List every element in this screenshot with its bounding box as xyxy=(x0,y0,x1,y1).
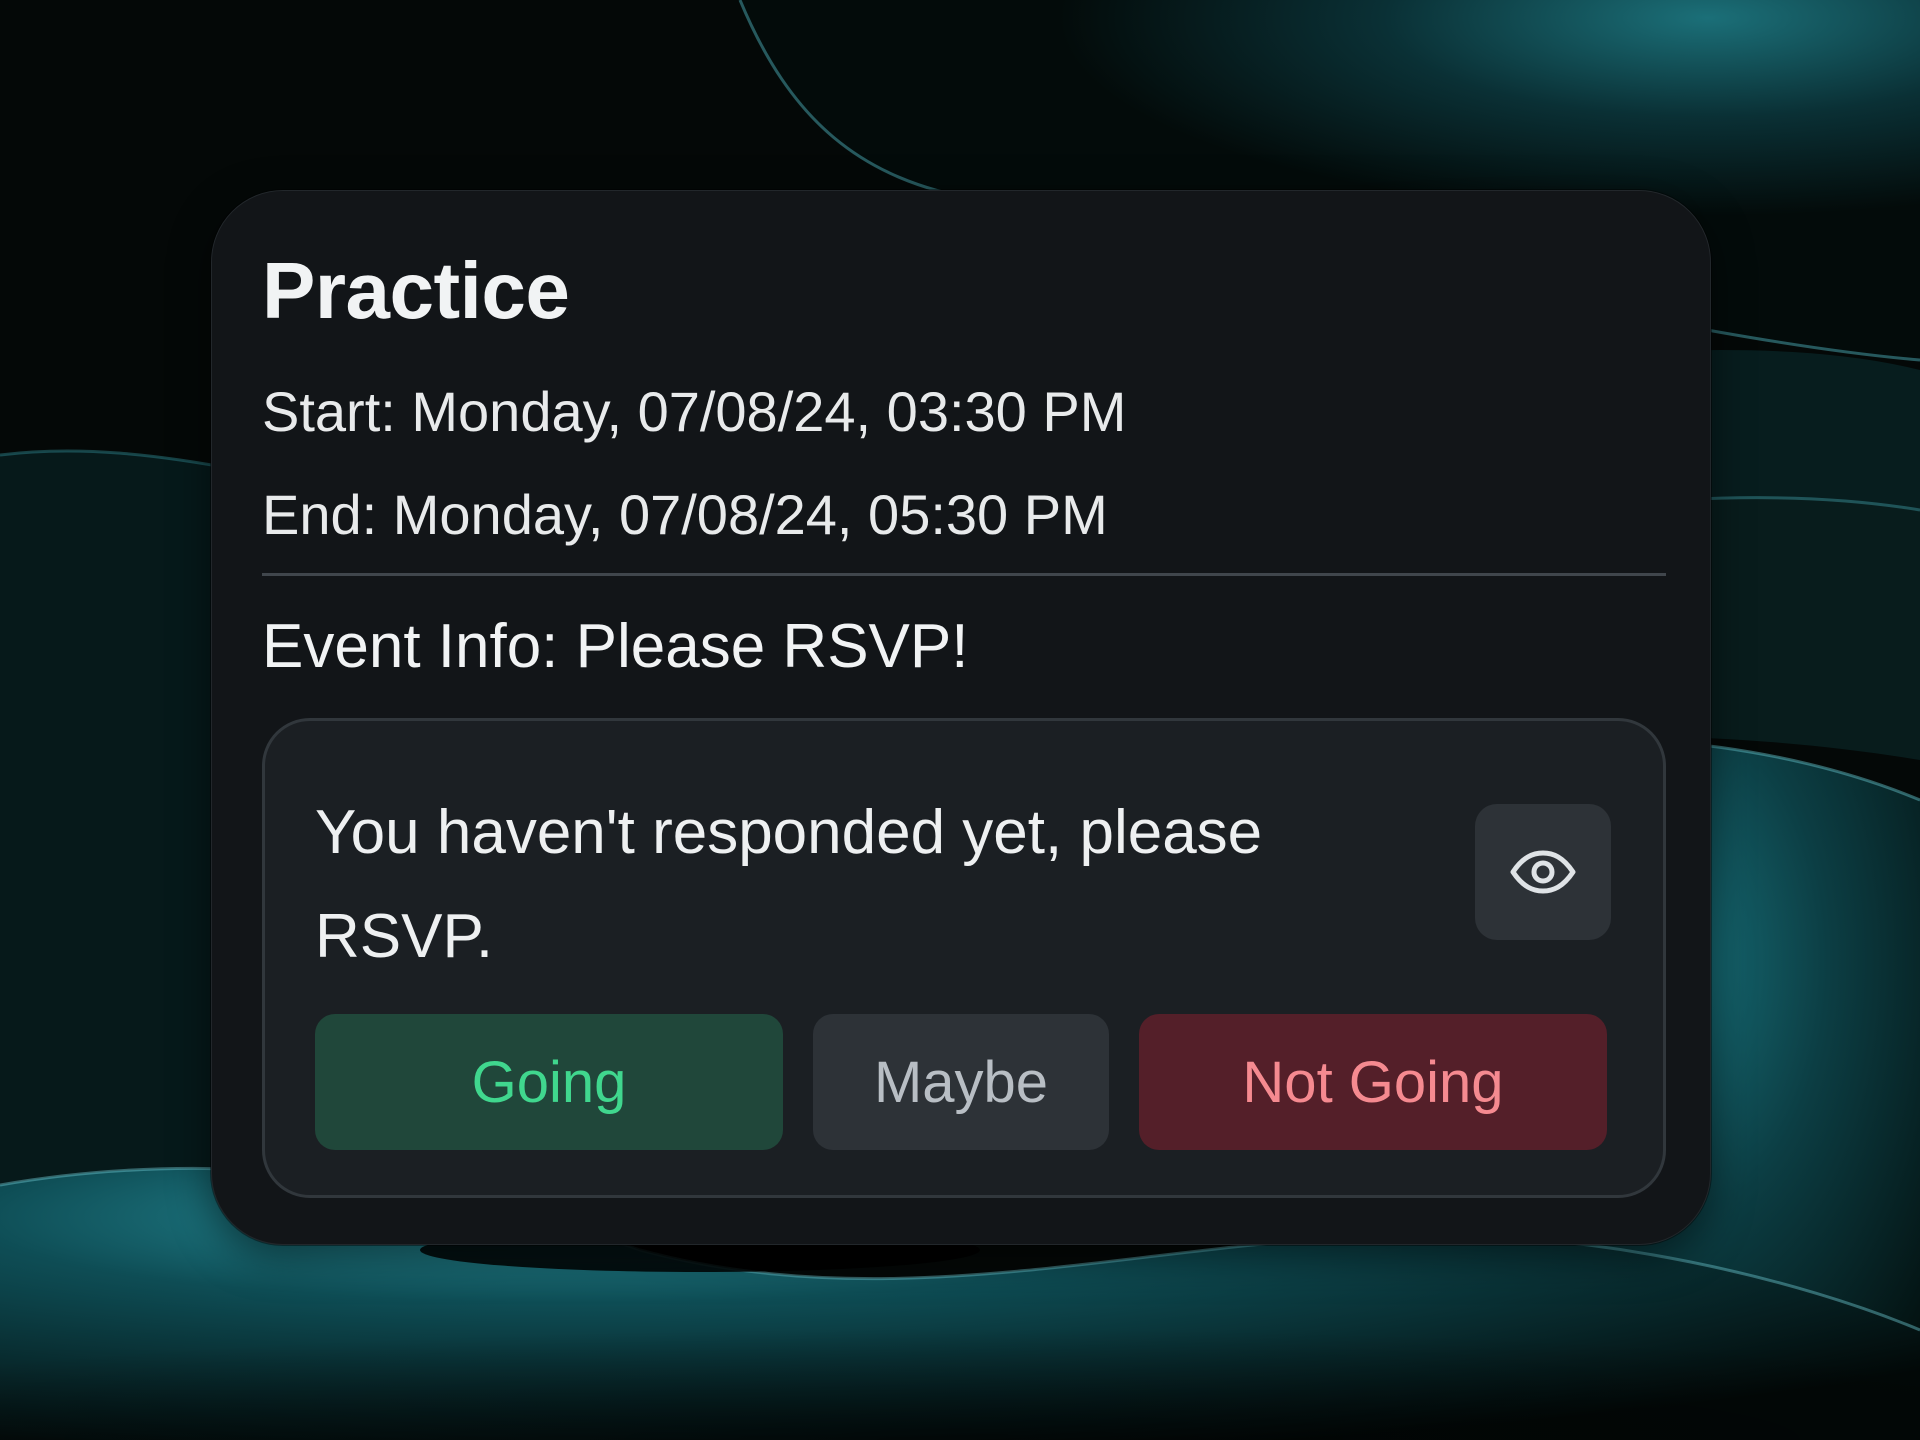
eye-icon xyxy=(1510,850,1576,894)
going-button[interactable]: Going xyxy=(315,1014,783,1150)
view-responses-button[interactable] xyxy=(1475,804,1611,940)
event-end-time: End: Monday, 07/08/24, 05:30 PM xyxy=(262,483,1108,546)
maybe-button[interactable]: Maybe xyxy=(813,1014,1109,1150)
rsvp-status-message: You haven't responded yet, please RSVP. xyxy=(315,798,1263,971)
event-title: Practice xyxy=(262,246,570,335)
event-start-time: Start: Monday, 07/08/24, 03:30 PM xyxy=(262,380,1127,443)
divider xyxy=(262,573,1666,576)
rsvp-panel: You haven't responded yet, please RSVP. … xyxy=(262,718,1666,1198)
not-going-button[interactable]: Not Going xyxy=(1139,1014,1607,1150)
event-card: Practice Start: Monday, 07/08/24, 03:30 … xyxy=(211,190,1711,1245)
event-info: Event Info: Please RSVP! xyxy=(262,612,969,681)
